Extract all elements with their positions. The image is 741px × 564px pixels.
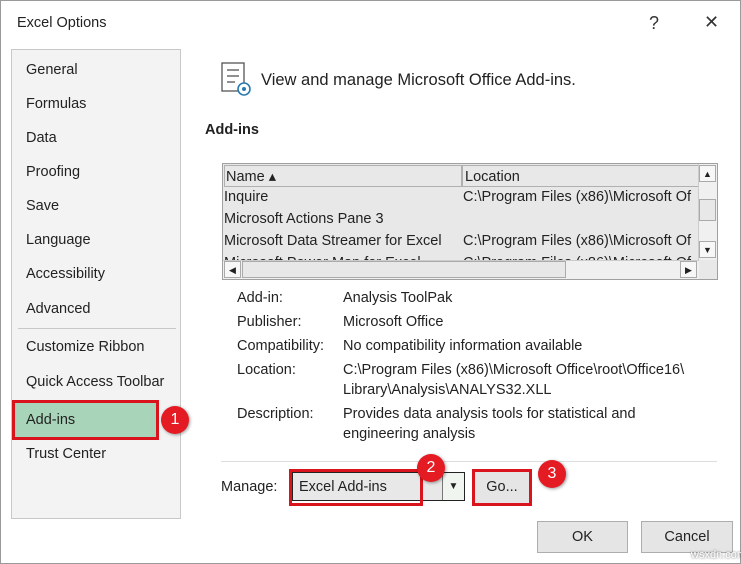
excel-options-dialog: Excel Options ? ✕ General Formulas Data … xyxy=(0,0,741,564)
publisher-value: Microsoft Office xyxy=(343,314,444,330)
publisher-label: Publisher: xyxy=(237,314,302,330)
close-button[interactable]: ✕ xyxy=(704,12,719,33)
sidebar-divider xyxy=(18,328,176,329)
scroll-down-icon[interactable]: ▼ xyxy=(699,241,716,258)
addin-location: C:\Program Files (x86)\Microsoft Of xyxy=(463,189,692,205)
annotation-badge-1: 1 xyxy=(161,406,189,434)
help-button[interactable]: ? xyxy=(649,13,659,34)
addin-label: Add-in: xyxy=(237,290,283,306)
scroll-thumb[interactable] xyxy=(242,261,566,278)
scroll-thumb[interactable] xyxy=(699,199,716,221)
list-item[interactable]: Microsoft Actions Pane 3 xyxy=(223,208,699,230)
description-value-line2: engineering analysis xyxy=(343,426,476,442)
sidebar-item-language[interactable]: Language xyxy=(14,224,178,256)
manage-label: Manage: xyxy=(221,479,278,495)
add-ins-list[interactable]: Name ▴ Location Inquire C:\Program Files … xyxy=(222,163,718,280)
sidebar-item-proofing[interactable]: Proofing xyxy=(14,156,178,188)
addin-name: Inquire xyxy=(224,189,269,205)
sidebar-item-general[interactable]: General xyxy=(14,54,178,86)
sidebar-item-data[interactable]: Data xyxy=(14,122,178,154)
addin-name: Microsoft Data Streamer for Excel xyxy=(224,233,442,249)
sidebar-item-add-ins[interactable]: Add-ins xyxy=(12,400,159,440)
scroll-up-icon[interactable]: ▲ xyxy=(699,165,716,182)
watermark: wsxdn.com xyxy=(691,549,741,561)
compatibility-value: No compatibility information available xyxy=(343,338,583,354)
annotation-badge-3: 3 xyxy=(538,460,566,488)
description-value-line1: Provides data analysis tools for statist… xyxy=(343,406,636,422)
chevron-down-icon[interactable]: ▼ xyxy=(442,473,464,500)
horizontal-scrollbar[interactable]: ◀ ▶ xyxy=(223,260,699,279)
sidebar-item-accessibility[interactable]: Accessibility xyxy=(14,258,178,290)
page-heading: View and manage Microsoft Office Add-ins… xyxy=(261,71,576,89)
sidebar: General Formulas Data Proofing Save Lang… xyxy=(11,49,181,519)
list-item[interactable]: Microsoft Data Streamer for Excel C:\Prog… xyxy=(223,230,699,252)
sidebar-item-advanced[interactable]: Advanced xyxy=(14,293,178,325)
divider xyxy=(221,461,717,462)
location-value-line1: C:\Program Files (x86)\Microsoft Office\… xyxy=(343,362,685,378)
go-button[interactable]: Go... xyxy=(472,469,532,506)
sidebar-item-customize-ribbon[interactable]: Customize Ribbon xyxy=(14,331,178,363)
column-header-name[interactable]: Name ▴ xyxy=(224,165,462,187)
description-label: Description: xyxy=(237,406,314,422)
sidebar-item-formulas[interactable]: Formulas xyxy=(14,88,178,120)
sidebar-item-save[interactable]: Save xyxy=(14,190,178,222)
highlight-box-2 xyxy=(289,469,423,506)
window-title: Excel Options xyxy=(17,15,107,31)
scroll-right-icon[interactable]: ▶ xyxy=(680,261,697,278)
column-header-location[interactable]: Location xyxy=(462,165,699,187)
sidebar-item-trust-center[interactable]: Trust Center xyxy=(14,438,178,470)
addin-name: Microsoft Actions Pane 3 xyxy=(224,211,384,227)
add-ins-settings-icon xyxy=(220,61,256,99)
vertical-scrollbar[interactable]: ▲ ▼ xyxy=(698,164,717,260)
section-title: Add-ins xyxy=(205,122,259,138)
addin-value: Analysis ToolPak xyxy=(343,290,453,306)
compatibility-label: Compatibility: xyxy=(237,338,325,354)
scroll-left-icon[interactable]: ◀ xyxy=(224,261,241,278)
list-item[interactable]: Inquire C:\Program Files (x86)\Microsoft … xyxy=(223,186,699,208)
ok-button[interactable]: OK xyxy=(537,521,628,553)
location-value-line2: Library\Analysis\ANALYS32.XLL xyxy=(343,382,552,398)
location-label: Location: xyxy=(237,362,296,378)
annotation-badge-2: 2 xyxy=(417,454,445,482)
sidebar-item-quick-access-toolbar[interactable]: Quick Access Toolbar xyxy=(14,366,178,398)
addin-location: C:\Program Files (x86)\Microsoft Of xyxy=(463,233,692,249)
